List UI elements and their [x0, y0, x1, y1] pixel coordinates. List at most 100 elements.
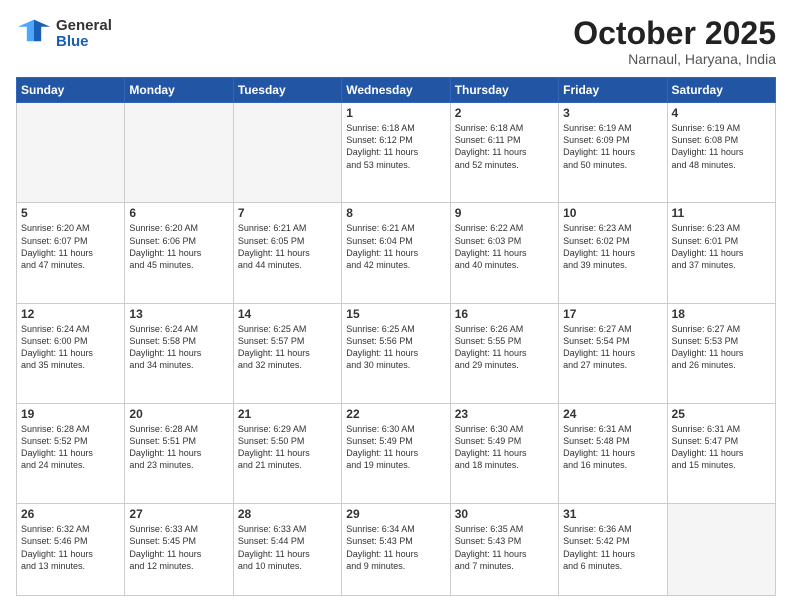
day-number: 9 [455, 206, 554, 220]
col-friday: Friday [559, 78, 667, 103]
day-number: 29 [346, 507, 445, 521]
location: Narnaul, Haryana, India [573, 51, 776, 67]
calendar-week-row: 26 Sunrise: 6:32 AM Sunset: 5:46 PM Dayli… [17, 504, 776, 596]
day-number: 12 [21, 307, 120, 321]
logo-blue-text: Blue [56, 34, 112, 51]
day-info: Sunrise: 6:22 AM Sunset: 6:03 PM Dayligh… [455, 222, 554, 271]
day-number: 2 [455, 106, 554, 120]
day-info: Sunrise: 6:25 AM Sunset: 5:56 PM Dayligh… [346, 323, 445, 372]
table-row [233, 103, 341, 203]
table-row: 1 Sunrise: 6:18 AM Sunset: 6:12 PM Daylig… [342, 103, 450, 203]
day-info: Sunrise: 6:35 AM Sunset: 5:43 PM Dayligh… [455, 523, 554, 572]
col-thursday: Thursday [450, 78, 558, 103]
day-number: 27 [129, 507, 228, 521]
calendar-week-row: 1 Sunrise: 6:18 AM Sunset: 6:12 PM Daylig… [17, 103, 776, 203]
page: General Blue October 2025 Narnaul, Harya… [0, 0, 792, 612]
day-info: Sunrise: 6:27 AM Sunset: 5:54 PM Dayligh… [563, 323, 662, 372]
day-info: Sunrise: 6:36 AM Sunset: 5:42 PM Dayligh… [563, 523, 662, 572]
day-info: Sunrise: 6:24 AM Sunset: 6:00 PM Dayligh… [21, 323, 120, 372]
col-tuesday: Tuesday [233, 78, 341, 103]
day-number: 23 [455, 407, 554, 421]
logo-text: General Blue [56, 18, 112, 51]
table-row: 6 Sunrise: 6:20 AM Sunset: 6:06 PM Daylig… [125, 203, 233, 303]
table-row: 10Sunrise: 6:23 AM Sunset: 6:02 PM Dayli… [559, 203, 667, 303]
col-sunday: Sunday [17, 78, 125, 103]
generalblue-logo-icon [16, 16, 52, 52]
table-row: 2 Sunrise: 6:18 AM Sunset: 6:11 PM Daylig… [450, 103, 558, 203]
day-info: Sunrise: 6:32 AM Sunset: 5:46 PM Dayligh… [21, 523, 120, 572]
day-info: Sunrise: 6:33 AM Sunset: 5:44 PM Dayligh… [238, 523, 337, 572]
table-row: 31 Sunrise: 6:36 AM Sunset: 5:42 PM Dayli… [559, 504, 667, 596]
day-number: 22 [346, 407, 445, 421]
day-info: Sunrise: 6:21 AM Sunset: 6:05 PM Dayligh… [238, 222, 337, 271]
day-number: 3 [563, 106, 662, 120]
day-number: 6 [129, 206, 228, 220]
table-row: 18Sunrise: 6:27 AM Sunset: 5:53 PM Dayli… [667, 303, 775, 403]
day-info: Sunrise: 6:29 AM Sunset: 5:50 PM Dayligh… [238, 423, 337, 472]
day-number: 1 [346, 106, 445, 120]
table-row: 7 Sunrise: 6:21 AM Sunset: 6:05 PM Daylig… [233, 203, 341, 303]
day-info: Sunrise: 6:30 AM Sunset: 5:49 PM Dayligh… [455, 423, 554, 472]
day-number: 11 [672, 206, 771, 220]
day-info: Sunrise: 6:33 AM Sunset: 5:45 PM Dayligh… [129, 523, 228, 572]
day-info: Sunrise: 6:25 AM Sunset: 5:57 PM Dayligh… [238, 323, 337, 372]
table-row: 8Sunrise: 6:21 AM Sunset: 6:04 PM Daylig… [342, 203, 450, 303]
table-row: 5Sunrise: 6:20 AM Sunset: 6:07 PM Daylig… [17, 203, 125, 303]
logo: General Blue [16, 16, 112, 52]
table-row: 16Sunrise: 6:26 AM Sunset: 5:55 PM Dayli… [450, 303, 558, 403]
table-row: 26 Sunrise: 6:32 AM Sunset: 5:46 PM Dayli… [17, 504, 125, 596]
table-row: 29 Sunrise: 6:34 AM Sunset: 5:43 PM Dayli… [342, 504, 450, 596]
table-row: 21 Sunrise: 6:29 AM Sunset: 5:50 PM Dayli… [233, 403, 341, 503]
col-wednesday: Wednesday [342, 78, 450, 103]
table-row: 9 Sunrise: 6:22 AM Sunset: 6:03 PM Daylig… [450, 203, 558, 303]
day-number: 13 [129, 307, 228, 321]
title-block: October 2025 Narnaul, Haryana, India [573, 16, 776, 67]
day-info: Sunrise: 6:34 AM Sunset: 5:43 PM Dayligh… [346, 523, 445, 572]
table-row: 15 Sunrise: 6:25 AM Sunset: 5:56 PM Dayli… [342, 303, 450, 403]
table-row: 23 Sunrise: 6:30 AM Sunset: 5:49 PM Dayli… [450, 403, 558, 503]
calendar-week-row: 5Sunrise: 6:20 AM Sunset: 6:07 PM Daylig… [17, 203, 776, 303]
table-row: 12 Sunrise: 6:24 AM Sunset: 6:00 PM Dayli… [17, 303, 125, 403]
table-row: 19Sunrise: 6:28 AM Sunset: 5:52 PM Dayli… [17, 403, 125, 503]
table-row: 4Sunrise: 6:19 AM Sunset: 6:08 PM Daylig… [667, 103, 775, 203]
logo-general-text: General [56, 18, 112, 35]
table-row: 24Sunrise: 6:31 AM Sunset: 5:48 PM Dayli… [559, 403, 667, 503]
day-number: 31 [563, 507, 662, 521]
col-monday: Monday [125, 78, 233, 103]
day-info: Sunrise: 6:23 AM Sunset: 6:02 PM Dayligh… [563, 222, 662, 271]
day-info: Sunrise: 6:28 AM Sunset: 5:52 PM Dayligh… [21, 423, 120, 472]
day-number: 5 [21, 206, 120, 220]
day-number: 8 [346, 206, 445, 220]
day-info: Sunrise: 6:23 AM Sunset: 6:01 PM Dayligh… [672, 222, 771, 271]
col-saturday: Saturday [667, 78, 775, 103]
day-number: 30 [455, 507, 554, 521]
month-title: October 2025 [573, 16, 776, 51]
table-row: 22 Sunrise: 6:30 AM Sunset: 5:49 PM Dayli… [342, 403, 450, 503]
day-info: Sunrise: 6:24 AM Sunset: 5:58 PM Dayligh… [129, 323, 228, 372]
day-info: Sunrise: 6:18 AM Sunset: 6:11 PM Dayligh… [455, 122, 554, 171]
calendar-week-row: 12 Sunrise: 6:24 AM Sunset: 6:00 PM Dayli… [17, 303, 776, 403]
day-number: 14 [238, 307, 337, 321]
day-info: Sunrise: 6:28 AM Sunset: 5:51 PM Dayligh… [129, 423, 228, 472]
table-row: 20 Sunrise: 6:28 AM Sunset: 5:51 PM Dayli… [125, 403, 233, 503]
day-info: Sunrise: 6:31 AM Sunset: 5:47 PM Dayligh… [672, 423, 771, 472]
day-number: 15 [346, 307, 445, 321]
day-info: Sunrise: 6:20 AM Sunset: 6:06 PM Dayligh… [129, 222, 228, 271]
calendar-week-row: 19Sunrise: 6:28 AM Sunset: 5:52 PM Dayli… [17, 403, 776, 503]
table-row: 30 Sunrise: 6:35 AM Sunset: 5:43 PM Dayli… [450, 504, 558, 596]
day-number: 7 [238, 206, 337, 220]
day-number: 25 [672, 407, 771, 421]
calendar-table: Sunday Monday Tuesday Wednesday Thursday… [16, 77, 776, 596]
day-info: Sunrise: 6:18 AM Sunset: 6:12 PM Dayligh… [346, 122, 445, 171]
day-number: 28 [238, 507, 337, 521]
day-number: 16 [455, 307, 554, 321]
table-row [17, 103, 125, 203]
day-info: Sunrise: 6:30 AM Sunset: 5:49 PM Dayligh… [346, 423, 445, 472]
table-row [667, 504, 775, 596]
day-number: 21 [238, 407, 337, 421]
table-row: 27 Sunrise: 6:33 AM Sunset: 5:45 PM Dayli… [125, 504, 233, 596]
table-row: 17Sunrise: 6:27 AM Sunset: 5:54 PM Dayli… [559, 303, 667, 403]
table-row [125, 103, 233, 203]
day-number: 20 [129, 407, 228, 421]
day-number: 26 [21, 507, 120, 521]
